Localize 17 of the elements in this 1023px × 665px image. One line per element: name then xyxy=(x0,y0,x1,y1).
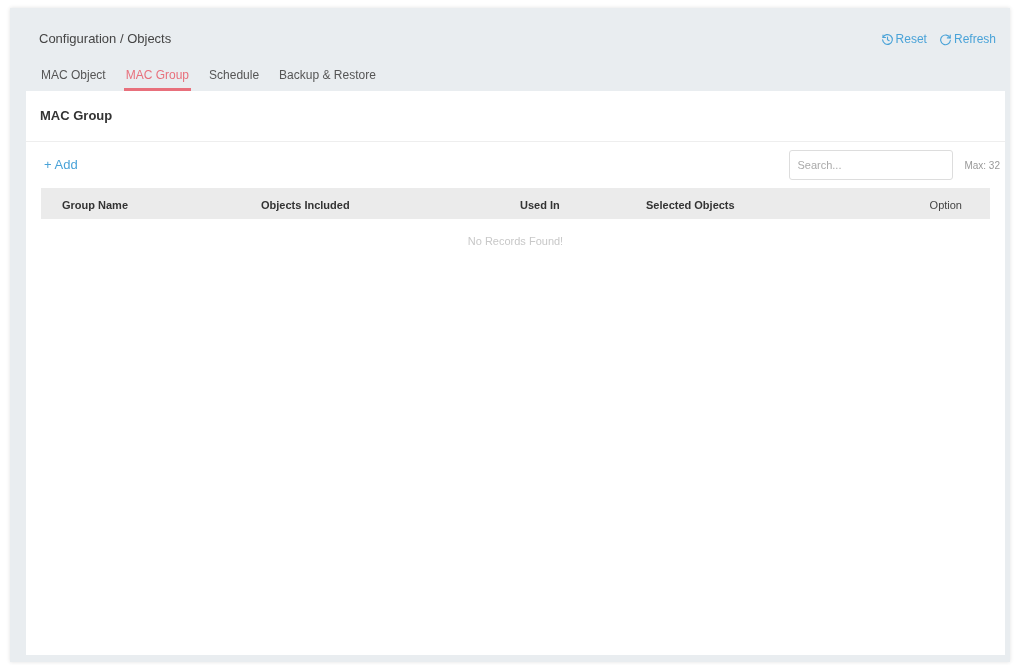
breadcrumb: Configuration / Objects xyxy=(39,30,172,49)
column-header: Used In xyxy=(520,198,560,211)
column-header: Option xyxy=(929,198,962,211)
column-header: Selected Objects xyxy=(646,198,735,211)
tab[interactable]: Schedule xyxy=(207,61,262,91)
reset-button[interactable]: Reset xyxy=(880,30,927,48)
search-field[interactable]: Search... xyxy=(789,150,954,180)
column-header: Objects Included xyxy=(261,198,350,211)
reset-icon xyxy=(880,32,894,46)
add-button[interactable]: + Add xyxy=(44,155,78,175)
max-label: Max: 32 xyxy=(964,158,1001,173)
tab[interactable]: Backup & Restore xyxy=(277,61,378,91)
refresh-button[interactable]: Refresh xyxy=(938,30,996,48)
card-title: MAC Group xyxy=(40,107,113,126)
column-header: Group Name xyxy=(62,198,128,211)
tab[interactable]: MAC Object xyxy=(39,61,108,91)
refresh-icon xyxy=(938,32,952,46)
